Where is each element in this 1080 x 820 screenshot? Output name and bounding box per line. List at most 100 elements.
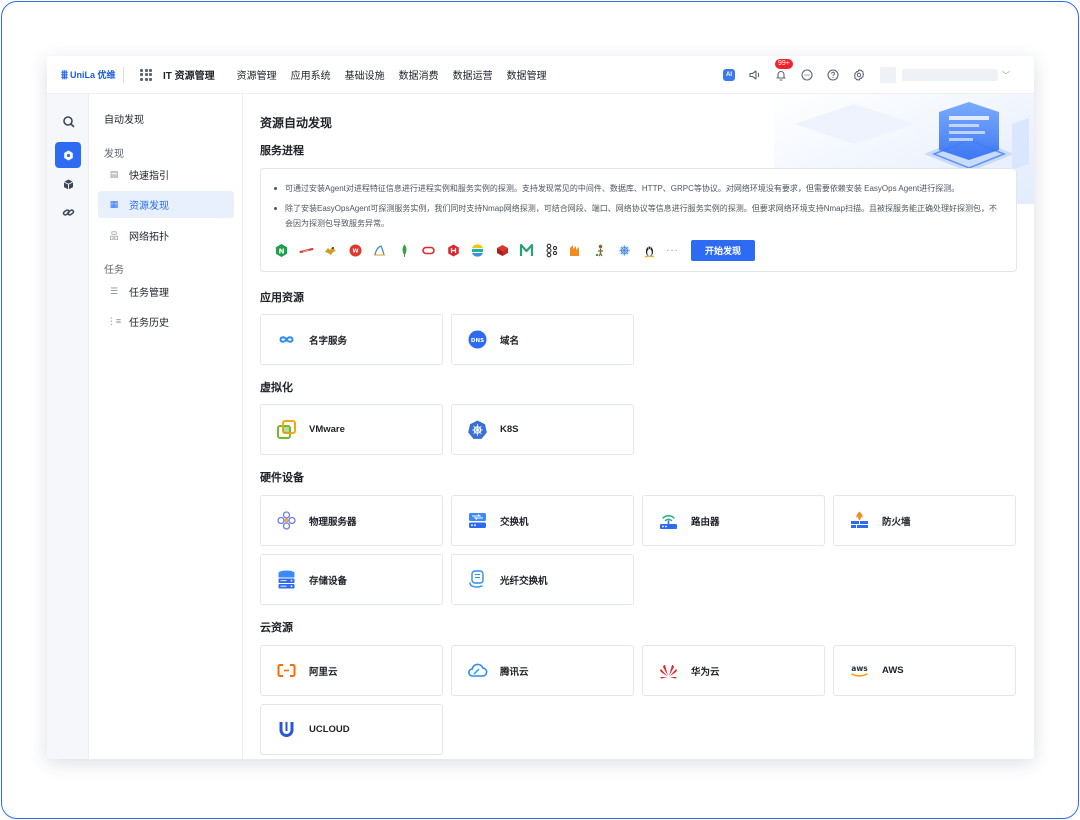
settings-gear-icon[interactable]	[852, 68, 866, 82]
notification-count-badge: 99+	[775, 59, 793, 69]
tomcat-icon	[323, 243, 338, 258]
card-fiber-switch[interactable]: 光纤交换机	[451, 554, 634, 605]
svg-text:aws: aws	[851, 664, 868, 673]
more-tech-ellipsis: ···	[666, 245, 679, 256]
submenu-item-label: 任务历史	[129, 318, 169, 329]
topbar-divider	[123, 66, 124, 83]
card-firewall[interactable]: 防火墙	[833, 495, 1016, 546]
card-label: AWS	[882, 665, 904, 676]
topbar-actions: AI 99+ ﹀	[710, 56, 1034, 94]
submenu-item-resource-discovery[interactable]: ▦ 资源发现	[98, 191, 234, 218]
nav-data-ops[interactable]: 数据运营	[453, 67, 493, 82]
start-discovery-button[interactable]: 开始发现	[691, 240, 755, 261]
document-icon: ▤	[109, 169, 119, 179]
rail-search-icon[interactable]	[55, 108, 81, 134]
topology-icon: 品	[109, 231, 119, 241]
service-process-panel: 可通过安装Agent对进程特征信息进行进程实例和服务实例的探测。支持发现常见的中…	[260, 168, 1017, 272]
submenu-panel: 自动发现 发现 ▤ 快速指引 ▦ 资源发现 品 网络拓扑 任务 ☰ 任务管理 ⋮…	[89, 94, 243, 759]
nav-infrastructure[interactable]: 基础设施	[345, 67, 385, 82]
message-icon[interactable]	[800, 68, 814, 82]
switch-icon	[467, 510, 488, 531]
router-icon	[658, 510, 679, 531]
svg-text:DNS: DNS	[471, 338, 484, 344]
ucloud-icon	[276, 719, 297, 740]
firewall-icon	[849, 510, 870, 531]
card-label: 防火墙	[882, 516, 911, 528]
storage-icon	[276, 569, 297, 590]
brand-logo[interactable]: ⩩ UniLa 优维	[61, 67, 123, 83]
hadoop-icon	[593, 243, 608, 258]
card-physical-server[interactable]: 物理服务器	[260, 495, 443, 546]
card-tencent-cloud[interactable]: 腾讯云	[451, 645, 634, 696]
nav-data-consume[interactable]: 数据消费	[399, 67, 439, 82]
history-list-icon: ⋮≡	[106, 316, 122, 326]
k8s-wheel-icon	[617, 243, 632, 258]
submenu-item-task-history[interactable]: ⋮≡ 任务历史	[98, 308, 234, 335]
chevron-down-icon: ﹀	[1002, 70, 1010, 80]
submenu-item-label: 快速指引	[129, 171, 169, 182]
card-router[interactable]: 路由器	[642, 495, 825, 546]
linux-icon	[642, 243, 657, 258]
announcement-icon[interactable]	[748, 68, 762, 82]
card-label: 华为云	[691, 666, 720, 678]
service-desc-line-1: 可通过安装Agent对进程特征信息进行进程实例和服务实例的探测。支持发现常见的中…	[274, 181, 1004, 196]
user-menu[interactable]: ﹀	[880, 67, 1010, 83]
rail-link-icon[interactable]	[55, 199, 81, 225]
card-aliyun[interactable]: 阿里云	[260, 645, 443, 696]
card-label: 光纤交换机	[500, 575, 548, 587]
tencent-cloud-icon	[467, 660, 488, 681]
submenu-group-discover: 发现	[104, 149, 124, 160]
aliyun-icon	[276, 660, 297, 681]
vmware-icon	[276, 419, 297, 440]
card-huawei-cloud[interactable]: 华为云	[642, 645, 825, 696]
card-label: UCLOUD	[309, 724, 350, 735]
activemq-icon	[568, 243, 583, 258]
card-storage[interactable]: 存储设备	[260, 554, 443, 605]
card-name-service[interactable]: 名字服务	[260, 314, 443, 365]
submenu-item-label: 任务管理	[129, 288, 169, 299]
section-title-hardware: 硬件设备	[260, 472, 304, 484]
card-label: 腾讯云	[500, 666, 529, 678]
bell-icon	[776, 71, 786, 81]
section-title-cloud: 云资源	[260, 622, 293, 634]
svg-text:W: W	[352, 249, 358, 255]
fiber-switch-icon	[467, 569, 488, 590]
card-vmware[interactable]: VMware	[260, 404, 443, 455]
help-icon[interactable]	[826, 68, 840, 82]
card-label: 阿里云	[309, 666, 338, 678]
section-title-service-process: 服务进程	[260, 145, 304, 157]
mysql-icon	[372, 243, 387, 258]
app-window: ⩩ UniLa 优维 IT 资源管理 资源管理 应用系统 基础设施 数据消费 数…	[47, 56, 1034, 759]
card-label: VMware	[309, 424, 345, 435]
card-label: 物理服务器	[309, 516, 357, 528]
redis-icon	[299, 243, 314, 258]
kafka-icon	[544, 243, 559, 258]
elastic-icon	[470, 243, 485, 258]
app-grid-icon[interactable]	[140, 68, 152, 81]
notification-bell[interactable]: 99+	[774, 59, 793, 82]
card-domain[interactable]: DNS 域名	[451, 314, 634, 365]
jvm-icon: W	[348, 243, 363, 258]
username-redacted	[902, 69, 998, 81]
submenu-item-label: 资源发现	[129, 201, 169, 212]
card-switch[interactable]: 交换机	[451, 495, 634, 546]
card-label: 名字服务	[309, 335, 348, 347]
rabbit-icon	[446, 243, 461, 258]
submenu-group-tasks: 任务	[104, 265, 124, 276]
rail-discovery-icon[interactable]	[55, 142, 81, 168]
nav-resource-mgmt[interactable]: 资源管理	[237, 67, 277, 82]
nav-app-system[interactable]: 应用系统	[291, 67, 331, 82]
oracle-icon	[421, 243, 436, 258]
card-ucloud[interactable]: UCLOUD	[260, 704, 443, 755]
submenu-item-task-mgmt[interactable]: ☰ 任务管理	[98, 278, 234, 305]
nginx-icon: N	[274, 243, 289, 258]
submenu-item-network-topology[interactable]: 品 网络拓扑	[98, 222, 234, 249]
card-k8s[interactable]: K8S	[451, 404, 634, 455]
submenu-item-quick-guide[interactable]: ▤ 快速指引	[98, 161, 234, 188]
icon-rail	[47, 94, 89, 759]
nav-data-mgmt[interactable]: 数据管理	[507, 67, 547, 82]
rail-cube-icon[interactable]	[55, 171, 81, 197]
ai-assistant-button[interactable]: AI	[722, 68, 736, 82]
card-aws[interactable]: aws AWS	[833, 645, 1016, 696]
avatar	[880, 67, 896, 83]
